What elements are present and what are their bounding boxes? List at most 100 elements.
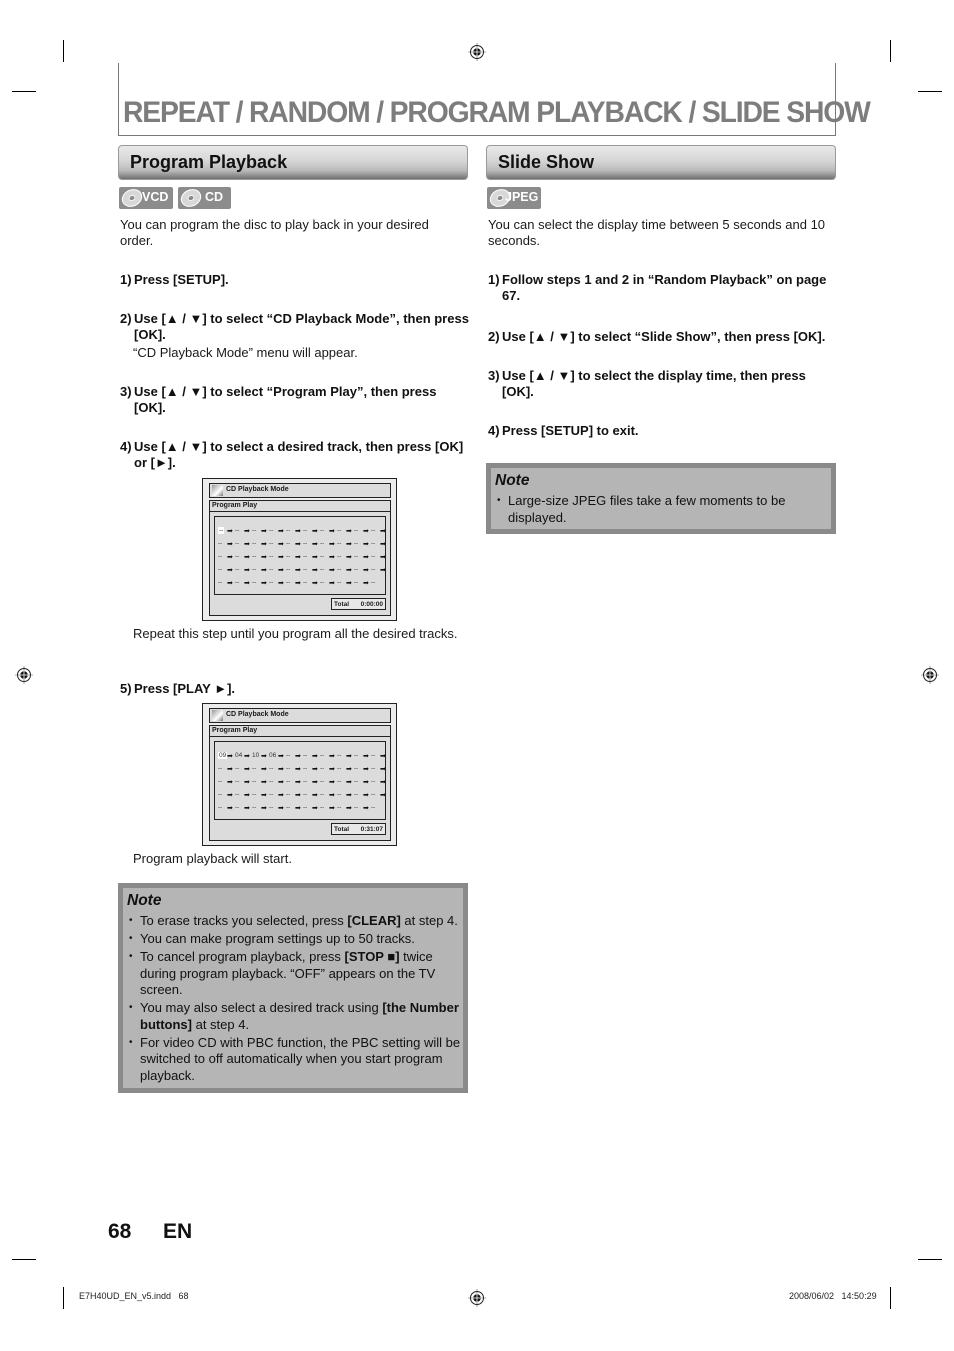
arrow-right-icon: ➡ — [312, 541, 318, 548]
track-number: -- — [337, 804, 342, 811]
track-number: -- — [320, 791, 325, 798]
track-number: -- — [269, 566, 274, 573]
track-number: -- — [218, 527, 225, 534]
track-number: -- — [235, 566, 240, 573]
track-slot: -- ➡ — [234, 803, 251, 813]
track-row: -- ➡ -- ➡ -- ➡ -- ➡ -- ➡ -- ➡ -- ➡ -- ➡ -- ➡ -- — [217, 578, 387, 588]
arrow-right-icon: ➡ — [346, 779, 352, 786]
step-4: 4) Use [▲ / ▼] to select a desired track… — [120, 439, 470, 471]
track-slot: -- ➡ — [268, 578, 285, 588]
menu-title: CD Playback Mode — [226, 711, 289, 718]
track-number: -- — [235, 804, 240, 811]
track-slot: -- ➡ — [217, 539, 234, 549]
crop-mark — [12, 1259, 36, 1260]
arrow-right-icon: ➡ — [329, 554, 335, 561]
arrow-right-icon: ➡ — [312, 554, 318, 561]
arrow-right-icon: ➡ — [261, 805, 267, 812]
step-text: Use [▲ / ▼] to select a desired track, t… — [134, 439, 464, 470]
page-title: REPEAT / RANDOM / PROGRAM PLAYBACK / SLI… — [123, 96, 871, 129]
track-slot: -- — [370, 578, 387, 588]
track-slot: -- ➡ — [319, 552, 336, 562]
crop-mark — [890, 40, 891, 62]
track-slot: -- ➡ — [319, 751, 336, 761]
track-number: -- — [371, 566, 376, 573]
note-item: For video CD with PBC function, the PBC … — [127, 1035, 462, 1085]
track-slot: -- ➡ — [353, 539, 370, 549]
track-number: -- — [303, 778, 308, 785]
track-slot: -- ➡ — [319, 539, 336, 549]
track-slot: -- ➡ — [353, 552, 370, 562]
badge-cd: CD — [178, 187, 231, 209]
arrow-right-icon: ➡ — [380, 753, 386, 760]
menu-header: CD Playback Mode — [209, 483, 391, 498]
arrow-right-icon: ➡ — [278, 753, 284, 760]
track-number: 04 — [235, 752, 243, 759]
note-item: Large-size JPEG files take a few moments… — [495, 493, 830, 526]
track-number: -- — [320, 579, 325, 586]
track-slot: -- ➡ — [319, 578, 336, 588]
track-slot: -- ➡ — [353, 764, 370, 774]
track-number: -- — [252, 579, 257, 586]
track-number: -- — [303, 527, 308, 534]
badge-label: JPEG — [505, 190, 539, 204]
arrow-right-icon: ➡ — [346, 792, 352, 799]
track-number: -- — [320, 527, 325, 534]
arrow-right-icon: ➡ — [295, 766, 301, 773]
track-slot: -- ➡ — [268, 764, 285, 774]
note-item: You may also select a desired track usin… — [127, 1000, 462, 1033]
track-slot: -- ➡ — [353, 777, 370, 787]
track-number: -- — [269, 765, 274, 772]
section-header-slide-show: Slide Show — [486, 145, 836, 180]
track-slot: -- ➡ — [319, 526, 336, 536]
track-number: -- — [354, 791, 359, 798]
track-number: -- — [320, 566, 325, 573]
track-number: -- — [286, 791, 291, 798]
track-number: 06 — [269, 752, 277, 759]
track-slot: -- ➡ — [302, 526, 319, 536]
arrow-right-icon: ➡ — [227, 580, 233, 587]
note-list: To erase tracks you selected, press [CLE… — [127, 913, 462, 1086]
track-number: -- — [286, 579, 291, 586]
arrow-right-icon: ➡ — [295, 792, 301, 799]
track-number: -- — [303, 540, 308, 547]
tv-screen-program-filled: CD Playback Mode Program Play 09 ➡ 04 ➡ 10 ➡ 0… — [202, 703, 397, 846]
arrow-right-icon: ➡ — [312, 779, 318, 786]
track-number: -- — [303, 553, 308, 560]
track-slot: -- ➡ — [319, 565, 336, 575]
note-box-slide-show: Note Large-size JPEG files take a few mo… — [486, 463, 836, 534]
track-slot: -- ➡ — [336, 565, 353, 575]
track-slot: -- ➡ — [353, 790, 370, 800]
note-item: To erase tracks you selected, press [CLE… — [127, 913, 462, 930]
arrow-right-icon: ➡ — [261, 766, 267, 773]
arrow-right-icon: ➡ — [278, 779, 284, 786]
track-number: -- — [235, 540, 240, 547]
track-row: -- ➡ -- ➡ -- ➡ -- ➡ -- ➡ -- ➡ -- ➡ -- ➡ -- ➡ -- ➡ — [217, 552, 387, 562]
menu-icon — [212, 710, 223, 721]
track-number: -- — [371, 804, 376, 811]
arrow-right-icon: ➡ — [312, 580, 318, 587]
step-text: Press [SETUP]. — [134, 272, 229, 287]
arrow-right-icon: ➡ — [244, 805, 250, 812]
registration-mark-icon — [468, 1289, 486, 1307]
arrow-right-icon: ➡ — [278, 580, 284, 587]
track-number: -- — [371, 540, 376, 547]
arrow-right-icon: ➡ — [227, 779, 233, 786]
arrow-right-icon: ➡ — [363, 792, 369, 799]
step-3: 3) Use [▲ / ▼] to select “Program Play”,… — [120, 384, 470, 416]
arrow-right-icon: ➡ — [312, 805, 318, 812]
track-number: -- — [286, 752, 291, 759]
track-slot: -- ➡ — [370, 552, 387, 562]
disc-icon — [180, 189, 202, 207]
track-number: -- — [252, 527, 257, 534]
track-slot: -- ➡ — [336, 790, 353, 800]
step-number: 1) — [488, 272, 500, 287]
track-slot: -- ➡ — [370, 790, 387, 800]
track-slot: -- ➡ — [234, 539, 251, 549]
submenu-header: Program Play — [209, 725, 391, 737]
arrow-right-icon: ➡ — [278, 792, 284, 799]
track-slot: -- ➡ — [251, 777, 268, 787]
track-number: -- — [235, 579, 240, 586]
note-heading: Note — [127, 892, 162, 909]
arrow-right-icon: ➡ — [312, 753, 318, 760]
badge-vcd: VCD — [119, 187, 173, 209]
